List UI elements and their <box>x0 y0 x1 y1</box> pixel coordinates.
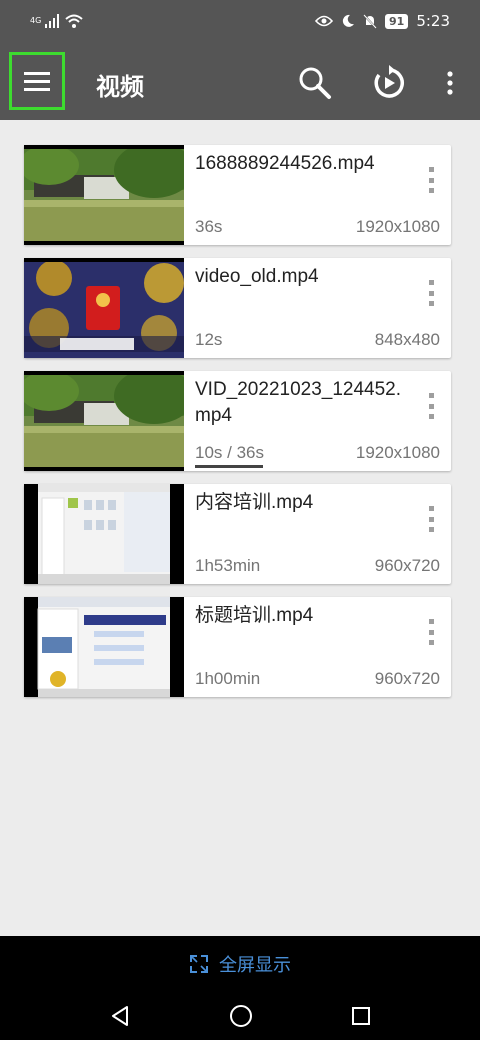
video-thumbnail <box>24 597 184 697</box>
menu-button[interactable] <box>9 52 65 110</box>
video-filename: 1688889244526.mp4 <box>195 153 375 174</box>
video-item[interactable]: VID_20221023_124452.mp4 10s / 36s 1920x1… <box>24 371 451 471</box>
item-more-icon[interactable] <box>427 506 435 532</box>
video-resolution: 960x720 <box>374 556 440 575</box>
app-bar: 视频 <box>0 45 480 120</box>
status-bar: 4G 91 5:23 <box>0 0 480 45</box>
item-more-icon[interactable] <box>427 619 435 645</box>
video-item[interactable]: 内容培训.mp4 1h53min 960x720 <box>24 484 451 584</box>
replay-icon <box>374 65 404 98</box>
video-duration: 10s / 36s <box>195 443 264 462</box>
status-right: 91 5:23 <box>315 12 450 30</box>
home-icon[interactable] <box>229 1004 253 1028</box>
system-nav-bar <box>0 992 480 1040</box>
video-thumbnail <box>24 145 184 245</box>
video-filename: 内容培训.mp4 <box>195 492 314 513</box>
signal-icon <box>45 14 60 28</box>
video-duration: 36s <box>195 217 223 236</box>
playback-progress-bar <box>195 465 263 468</box>
bottom-bar: 全屏显示 <box>0 936 480 1040</box>
video-thumbnail <box>24 484 184 584</box>
back-icon[interactable] <box>109 1005 131 1027</box>
video-filename: 标题培训.mp4 <box>195 605 314 626</box>
video-item[interactable]: video_old.mp4 12s 848x480 <box>24 258 451 358</box>
mute-bell-icon <box>363 13 377 29</box>
network-type: 4G <box>30 16 42 25</box>
fullscreen-label: 全屏显示 <box>219 955 291 976</box>
overflow-menu-button[interactable] <box>430 63 470 103</box>
video-duration: 12s <box>195 330 223 349</box>
search-icon <box>299 67 331 99</box>
fullscreen-button[interactable]: 全屏显示 <box>0 936 480 992</box>
search-button[interactable] <box>295 63 335 103</box>
video-filename: video_old.mp4 <box>195 266 319 287</box>
video-item[interactable]: 标题培训.mp4 1h00min 960x720 <box>24 597 451 697</box>
item-more-icon[interactable] <box>427 280 435 306</box>
video-resolution: 1920x1080 <box>355 443 440 462</box>
video-list: 1688889244526.mp4 36s 1920x1080 video_ol… <box>24 145 451 710</box>
video-filename: VID_20221023_124452.mp4 <box>195 379 402 426</box>
clock: 5:23 <box>416 12 450 30</box>
video-resolution: 848x480 <box>374 330 440 349</box>
status-left: 4G <box>30 14 83 28</box>
fullscreen-icon <box>190 955 208 973</box>
video-duration: 1h00min <box>195 669 261 688</box>
moon-icon <box>342 14 354 27</box>
video-duration: 1h53min <box>195 556 261 575</box>
video-item[interactable]: 1688889244526.mp4 36s 1920x1080 <box>24 145 451 245</box>
eye-icon <box>315 15 333 27</box>
video-resolution: 960x720 <box>374 669 440 688</box>
replay-button[interactable] <box>369 63 409 103</box>
more-vert-icon <box>447 71 453 95</box>
battery-indicator: 91 <box>385 13 409 29</box>
item-more-icon[interactable] <box>427 167 435 193</box>
page-title: 视频 <box>96 73 144 101</box>
video-thumbnail <box>24 258 184 358</box>
video-thumbnail <box>24 371 184 471</box>
hamburger-icon <box>24 72 50 91</box>
recents-icon[interactable] <box>351 1006 371 1026</box>
wifi-icon <box>65 14 83 28</box>
video-resolution: 1920x1080 <box>355 217 440 236</box>
item-more-icon[interactable] <box>427 393 435 419</box>
